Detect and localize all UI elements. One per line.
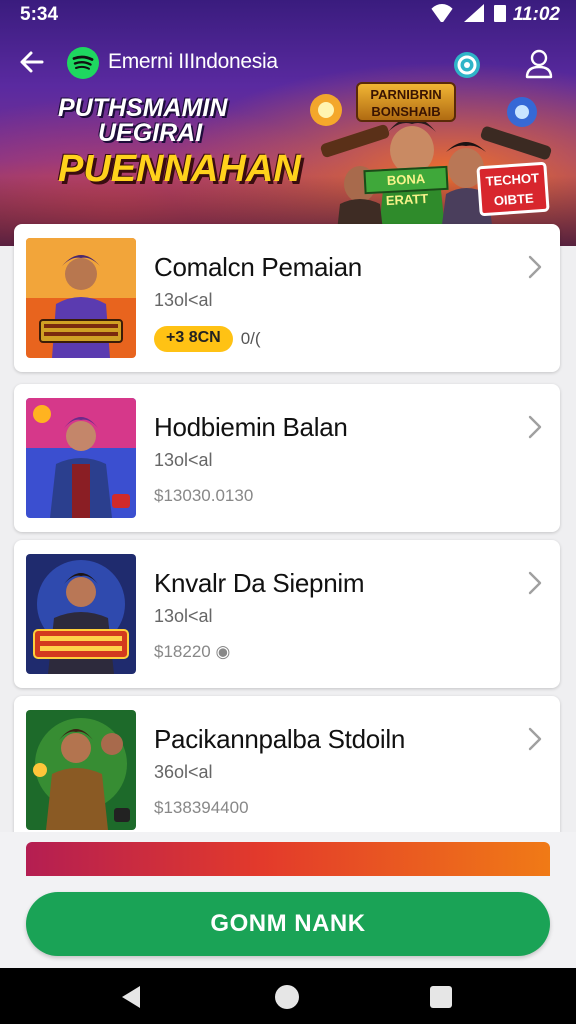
- app-bar: Emerni IIIndonesia: [0, 44, 576, 84]
- battery-icon: [494, 4, 506, 22]
- banner-headline-line2: UEGIRAI: [98, 119, 203, 147]
- list-item[interactable]: Comalcn Pemaian 13ol<al +3 8CN 0/(: [14, 224, 560, 372]
- target-icon[interactable]: [452, 50, 482, 80]
- item-count: 13ol<al: [154, 606, 213, 626]
- list-item[interactable]: Hodbiemin Balan 13ol<al $13030.0130: [14, 384, 560, 532]
- chevron-right-icon: [528, 415, 542, 439]
- item-count: 36ol<al: [154, 762, 213, 782]
- spotify-logo-icon: [67, 47, 99, 79]
- header-banner: PARNIBRIN BONSHAIB BONA ERATT TECHOT OIB…: [0, 0, 576, 246]
- banner-game-logo: PARNIBRIN BONSHAIB: [356, 82, 456, 122]
- back-arrow-icon[interactable]: [18, 48, 46, 76]
- item-meta: +3 8CN 0/(: [154, 326, 261, 352]
- item-count: 13ol<al: [154, 290, 213, 310]
- status-clock: 11:02: [512, 4, 560, 25]
- item-meta-suffix: 0/(: [240, 329, 261, 348]
- nav-back-icon[interactable]: [122, 986, 140, 1008]
- status-bar: 5:34 11:02: [0, 0, 576, 30]
- game-thumbnail: [26, 238, 136, 358]
- item-title: Hodbiemin Balan: [154, 412, 348, 442]
- wifi-icon: [430, 4, 454, 22]
- item-title: Comalcn Pemaian: [154, 252, 362, 282]
- game-thumbnail: [26, 710, 136, 830]
- status-icons: [430, 4, 506, 22]
- chevron-right-icon: [528, 727, 542, 751]
- banner-headline: PUTHSMAMIN UEGIRAI PUENNAHAN: [58, 94, 301, 190]
- game-thumbnail: [26, 554, 136, 674]
- item-meta: $138394400: [154, 798, 249, 818]
- nav-home-icon[interactable]: [275, 985, 299, 1009]
- game-thumbnail: [26, 398, 136, 518]
- chevron-right-icon: [528, 255, 542, 279]
- banner-headline-line3: PUENNAHAN: [58, 148, 301, 190]
- list-item[interactable]: Knvalr Da Siepnim 13ol<al $18220 ◉: [14, 540, 560, 688]
- item-meta: $18220 ◉: [154, 642, 230, 662]
- item-title: Pacikannpalba Stdoiln: [154, 724, 405, 754]
- banner-badge: TECHOT OIBTE: [476, 161, 550, 217]
- signal-icon: [464, 4, 484, 22]
- item-title: Knvalr Da Siepnim: [154, 568, 365, 598]
- item-count: 13ol<al: [154, 450, 213, 470]
- nav-recents-icon[interactable]: [430, 986, 452, 1008]
- item-meta: $13030.0130: [154, 486, 253, 506]
- system-nav-bar: [0, 968, 576, 1024]
- app-title: Emerni IIIndonesia: [108, 50, 278, 73]
- item-badge: +3 8CN: [154, 326, 233, 352]
- item-price: $138394400: [154, 798, 249, 817]
- banner-tag: BONA ERATT: [363, 165, 449, 208]
- primary-action-button[interactable]: GONM NANK: [26, 892, 550, 956]
- user-profile-icon[interactable]: [524, 48, 554, 80]
- status-time: 5:34: [20, 4, 59, 25]
- promo-strip[interactable]: [26, 842, 550, 876]
- chevron-right-icon: [528, 571, 542, 595]
- list-item[interactable]: Pacikannpalba Stdoiln 36ol<al $138394400: [14, 696, 560, 844]
- item-price: $18220 ◉: [154, 642, 231, 661]
- item-price: $13030.0130: [154, 486, 254, 505]
- banner-headline-line1: PUTHSMAMIN: [58, 94, 228, 122]
